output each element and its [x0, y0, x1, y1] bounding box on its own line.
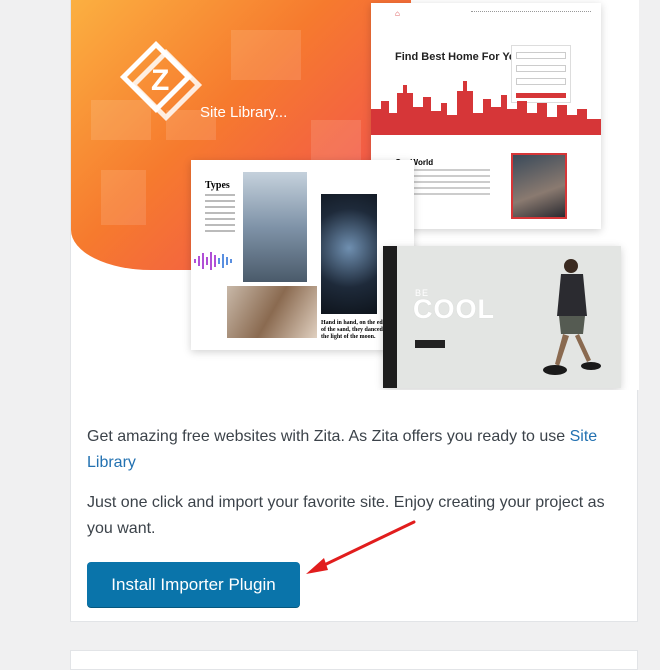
model-figure	[543, 259, 601, 375]
install-importer-plugin-button[interactable]: Install Importer Plugin	[87, 562, 300, 607]
description-line1: Get amazing free websites with Zita. As …	[87, 428, 566, 445]
fashion-preview: BE COOL	[383, 246, 621, 388]
eiffel-dancer-photo	[243, 172, 307, 282]
magazine-quote: Hand in hand, on the edge of the sand, t…	[321, 320, 391, 340]
site-library-banner: Z Site Library... ⌂ Find Best Home For Y…	[71, 0, 639, 390]
zita-logo-icon: Z	[119, 40, 203, 122]
street-photo	[511, 153, 567, 219]
audio-wave-icon	[194, 252, 232, 270]
home-logo-icon: ⌂	[395, 9, 400, 18]
red-arrow-annotation	[306, 520, 416, 574]
shop-button	[415, 340, 445, 348]
fashion-sidebar	[383, 246, 397, 388]
svg-text:Z: Z	[151, 64, 169, 97]
magazine-heading: Types	[205, 180, 230, 191]
dancer-splash-photo	[321, 194, 377, 314]
description-paragraph-1: Get amazing free websites with Zita. As …	[87, 424, 617, 476]
magazine-preview: Types Hand in hand, on the edge of the s…	[191, 160, 414, 350]
realestate-title: Find Best Home For You	[395, 51, 523, 63]
site-library-label: Site Library...	[200, 104, 288, 121]
city-skyline	[371, 81, 601, 135]
breakdancer-photo	[227, 286, 317, 338]
fashion-headline: COOL	[413, 294, 495, 324]
next-card	[70, 650, 638, 670]
